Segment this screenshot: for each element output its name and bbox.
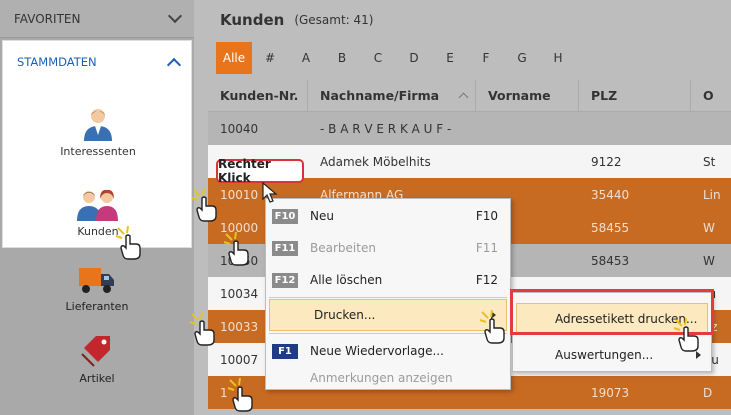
alphabet-filter: Alle # A B C D E F G H bbox=[216, 42, 576, 74]
menu-shortcut: F11 bbox=[475, 241, 498, 255]
menu-separator bbox=[269, 333, 507, 334]
click-hand-icon bbox=[227, 378, 253, 412]
tile-kunden-label: Kunden bbox=[77, 225, 119, 238]
click-hand-icon bbox=[191, 188, 217, 222]
col-ort[interactable]: O bbox=[691, 80, 731, 111]
filter-b[interactable]: B bbox=[324, 42, 360, 74]
key-badge: F12 bbox=[272, 272, 298, 288]
menu-item-alle-loeschen[interactable]: F12 Alle löschen F12 bbox=[266, 264, 510, 296]
click-hand-icon bbox=[189, 312, 215, 346]
menu-item-label: Bearbeiten bbox=[310, 241, 376, 255]
cell-ort: Lin bbox=[703, 187, 721, 202]
cell-ort bbox=[691, 112, 731, 145]
key-badge bbox=[276, 308, 302, 323]
menu-shortcut: F10 bbox=[475, 209, 498, 223]
filter-a[interactable]: A bbox=[288, 42, 324, 74]
filter-hash[interactable]: # bbox=[252, 42, 288, 74]
chevron-up-icon bbox=[166, 57, 182, 72]
click-hand-icon bbox=[223, 232, 249, 266]
table-header: Kunden-Nr. Nachname/Firma Vorname PLZ O bbox=[208, 80, 731, 112]
click-hand-icon bbox=[115, 226, 141, 260]
cell-plz bbox=[579, 112, 691, 145]
cell-vorname bbox=[476, 112, 579, 145]
sort-asc-icon bbox=[458, 92, 469, 103]
click-hand-icon bbox=[479, 310, 505, 344]
menu-item-label: Auswertungen... bbox=[555, 348, 654, 362]
chevron-down-icon bbox=[167, 8, 183, 24]
cell-plz: 19073 bbox=[591, 385, 630, 400]
tile-interessenten[interactable]: Interessenten bbox=[3, 107, 193, 158]
customers-icon bbox=[77, 189, 118, 221]
filter-e[interactable]: E bbox=[432, 42, 468, 74]
menu-item-label: Anmerkungen anzeigen bbox=[310, 371, 453, 385]
tile-interessenten-label: Interessenten bbox=[60, 145, 136, 158]
tile-artikel-label: Artikel bbox=[79, 372, 115, 385]
col-vorname[interactable]: Vorname bbox=[476, 80, 579, 111]
cell-ort: W bbox=[703, 253, 715, 268]
cell-ort: St bbox=[703, 154, 716, 169]
nav-favoriten-label: FAVORITEN bbox=[14, 11, 81, 26]
filter-f[interactable]: F bbox=[468, 42, 504, 74]
cell-name: - B A R V E R K A U F - bbox=[320, 121, 452, 136]
tile-artikel[interactable]: Artikel bbox=[0, 334, 194, 385]
menu-item-label: Drucken... bbox=[314, 308, 376, 322]
menu-item-neu[interactable]: F10 Neu F10 bbox=[266, 200, 510, 232]
col-nachname-label: Nachname/Firma bbox=[320, 88, 440, 103]
tile-kunden[interactable]: Kunden bbox=[3, 187, 193, 238]
right-click-tooltip: Rechter Klick bbox=[216, 157, 304, 185]
cell-vorname bbox=[476, 145, 579, 178]
nav-stammdaten-label: STAMMDATEN bbox=[17, 55, 97, 69]
tile-lieferanten[interactable]: Lieferanten bbox=[0, 266, 194, 313]
col-plz[interactable]: PLZ bbox=[579, 80, 691, 111]
filter-d[interactable]: D bbox=[396, 42, 432, 74]
nav-stammdaten[interactable]: STAMMDATEN bbox=[3, 41, 191, 83]
menu-item-bearbeiten[interactable]: F11 Bearbeiten F11 bbox=[266, 232, 510, 264]
key-badge bbox=[272, 371, 298, 386]
menu-item-anmerkungen[interactable]: Anmerkungen anzeigen bbox=[266, 367, 510, 389]
mouse-pointer-icon bbox=[262, 182, 278, 203]
click-hand-icon bbox=[673, 318, 699, 352]
key-badge: F10 bbox=[272, 208, 298, 224]
nav-favoriten[interactable]: FAVORITEN bbox=[0, 0, 194, 38]
menu-item-drucken[interactable]: Drucken... bbox=[269, 299, 507, 331]
sidebar: FAVORITEN STAMMDATEN Interessenten Kunde… bbox=[0, 0, 194, 415]
key-badge: F11 bbox=[272, 240, 298, 256]
page-header: Kunden (Gesamt: 41) bbox=[194, 0, 731, 40]
table-row[interactable]: 10040 - B A R V E R K A U F - bbox=[208, 112, 731, 145]
menu-item-label: Alle löschen bbox=[310, 273, 383, 287]
menu-item-label: Neue Wiedervorlage... bbox=[310, 344, 444, 358]
truck-icon bbox=[79, 268, 114, 293]
tag-icon bbox=[81, 336, 110, 367]
cell-plz: 35440 bbox=[591, 187, 630, 202]
cell-ort: D bbox=[703, 385, 713, 400]
col-nachname[interactable]: Nachname/Firma bbox=[308, 80, 476, 111]
cell-plz: 58453 bbox=[591, 253, 630, 268]
menu-separator bbox=[269, 297, 507, 298]
page-title: Kunden bbox=[220, 11, 285, 29]
stammdaten-panel: STAMMDATEN Interessenten Kunden bbox=[2, 40, 192, 248]
record-count: (Gesamt: 41) bbox=[294, 13, 374, 27]
cell-plz: 9122 bbox=[591, 154, 622, 169]
col-kunden-nr[interactable]: Kunden-Nr. bbox=[208, 80, 308, 111]
menu-item-label: Neu bbox=[310, 209, 334, 223]
menu-shortcut: F12 bbox=[475, 273, 498, 287]
filter-c[interactable]: C bbox=[360, 42, 396, 74]
submenu-arrow-icon bbox=[696, 351, 701, 359]
cell-nr: 10040 bbox=[220, 121, 259, 136]
menu-item-neue-wiedervorlage[interactable]: F1 Neue Wiedervorlage... bbox=[266, 335, 510, 367]
tile-lieferanten-label: Lieferanten bbox=[65, 300, 129, 313]
context-menu: F10 Neu F10 F11 Bearbeiten F11 F12 Alle … bbox=[265, 198, 511, 390]
person-icon bbox=[84, 109, 112, 141]
filter-g[interactable]: G bbox=[504, 42, 540, 74]
key-badge: F1 bbox=[272, 343, 298, 359]
cell-ort: W bbox=[703, 220, 715, 235]
filter-alle[interactable]: Alle bbox=[216, 42, 252, 74]
filter-h[interactable]: H bbox=[540, 42, 576, 74]
cell-name: Adamek Möbelhits bbox=[320, 154, 431, 169]
cell-plz: 58455 bbox=[591, 220, 630, 235]
